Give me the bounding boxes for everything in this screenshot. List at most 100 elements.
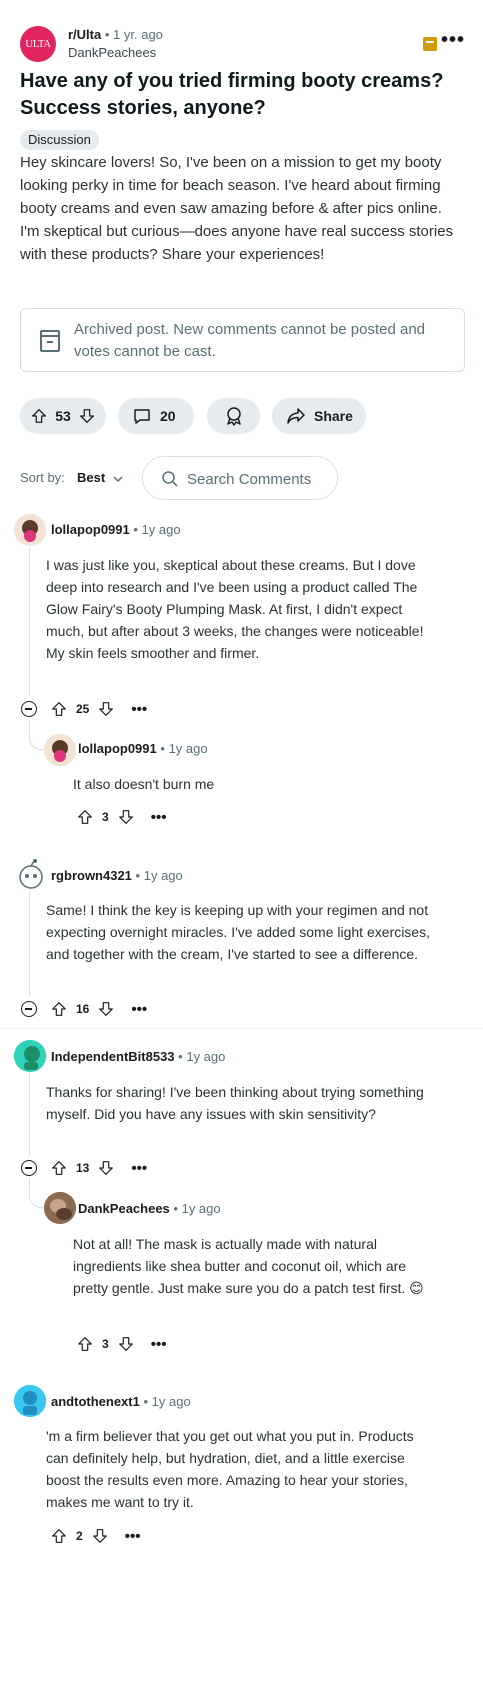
comment-age: 1y ago [186, 1049, 226, 1064]
comment-score: 13 [76, 1161, 90, 1175]
meta-separator: • [178, 1049, 183, 1064]
meta-separator: • [133, 522, 138, 537]
award-icon [223, 405, 245, 427]
comment-age: 1y ago [143, 868, 183, 883]
comment-actions: 16 ••• [50, 998, 147, 1020]
comment-author[interactable]: andtothenext1 [51, 1394, 140, 1409]
post-author[interactable]: DankPeachees [68, 44, 163, 62]
comment-score: 3 [102, 1337, 109, 1351]
downvote-icon[interactable] [97, 1159, 115, 1177]
subreddit-name[interactable]: r/Ulta [68, 27, 101, 42]
post-header: ULTA r/Ulta • 1 yr. ago DankPeachees ••• [20, 24, 465, 64]
comment-age: 1y ago [141, 522, 181, 537]
more-options-icon[interactable]: ••• [131, 1160, 147, 1177]
user-avatar[interactable] [44, 1192, 76, 1224]
comment-author[interactable]: IndependentBit8533 [51, 1049, 175, 1064]
meta-separator: • [160, 741, 165, 756]
user-avatar[interactable] [14, 1040, 46, 1072]
thread-elbow [29, 1178, 43, 1208]
meta-separator: • [104, 27, 110, 42]
post-age: 1 yr. ago [113, 27, 163, 42]
comments-button[interactable]: 20 [118, 398, 194, 434]
user-avatar[interactable] [14, 514, 46, 546]
thread-line [29, 548, 30, 696]
comment-body: Same! I think the key is keeping up with… [46, 902, 430, 962]
comment-header: lollapop0991 • 1y ago [51, 521, 181, 539]
comment-body: I was just like you, skeptical about the… [46, 557, 424, 661]
more-options-icon[interactable]: ••• [441, 30, 465, 50]
search-comments[interactable] [142, 456, 338, 500]
comment-author[interactable]: DankPeachees [78, 1201, 170, 1216]
comment-icon [132, 406, 152, 426]
post-score: 53 [55, 408, 71, 424]
upvote-icon[interactable] [50, 1000, 68, 1018]
award-button[interactable] [207, 398, 260, 434]
downvote-icon[interactable] [97, 1000, 115, 1018]
collapse-thread-icon[interactable] [21, 701, 37, 717]
downvote-icon[interactable] [117, 808, 135, 826]
upvote-icon[interactable] [50, 1159, 68, 1177]
comment-actions: 3 ••• [76, 806, 166, 828]
collapse-thread-icon[interactable] [21, 1160, 37, 1176]
downvote-icon[interactable] [97, 700, 115, 718]
post-flair[interactable]: Discussion [20, 130, 99, 150]
comment-header: rgbrown4321 • 1y ago [51, 867, 183, 885]
chevron-down-icon[interactable] [112, 472, 124, 490]
thread-line [29, 892, 30, 996]
post-body: Hey skincare lovers! So, I've been on a … [20, 154, 454, 263]
upvote-icon[interactable] [76, 808, 94, 826]
user-avatar[interactable] [44, 734, 76, 766]
upvote-icon[interactable] [50, 1527, 68, 1545]
share-button[interactable]: Share [272, 398, 366, 434]
sort-dropdown[interactable]: Best [77, 470, 105, 485]
comment-header: DankPeachees • 1y ago [78, 1200, 221, 1218]
comment-actions: 3 ••• [76, 1333, 166, 1355]
post-title: Have any of you tried firming booty crea… [20, 70, 444, 119]
comment-body: 'm a firm believer that you get out what… [46, 1428, 414, 1510]
comment-header: andtothenext1 • 1y ago [51, 1393, 191, 1411]
more-options-icon[interactable]: ••• [131, 701, 147, 718]
comment-body: Not at all! The mask is actually made wi… [73, 1236, 424, 1296]
comment-age: 1y ago [181, 1201, 221, 1216]
comment-author[interactable]: lollapop0991 [78, 741, 157, 756]
upvote-icon[interactable] [50, 700, 68, 718]
comment-body: Thanks for sharing! I've been thinking a… [46, 1084, 424, 1122]
comment-body: It also doesn't burn me [73, 776, 215, 792]
post-actions: 53 20 Share [20, 398, 465, 434]
comment-score: 2 [76, 1529, 83, 1543]
user-avatar[interactable] [14, 1385, 46, 1417]
more-options-icon[interactable]: ••• [131, 1001, 147, 1018]
thread-elbow [29, 720, 43, 750]
comment-score: 16 [76, 1002, 90, 1016]
downvote-icon[interactable] [117, 1335, 135, 1353]
comment-score: 25 [76, 702, 90, 716]
thread-line [29, 1073, 30, 1155]
comment-actions: 13 ••• [50, 1157, 147, 1179]
comment-header: lollapop0991 • 1y ago [78, 740, 208, 758]
archived-notice: Archived post. New comments cannot be po… [20, 308, 465, 372]
sort-label: Sort by: [20, 470, 65, 485]
comment-author[interactable]: lollapop0991 [51, 522, 130, 537]
meta-separator: • [173, 1201, 178, 1216]
comments-count: 20 [160, 408, 176, 424]
comment-header: IndependentBit8533 • 1y ago [51, 1048, 225, 1066]
meta-separator: • [143, 1394, 149, 1409]
upvote-icon[interactable] [76, 1335, 94, 1353]
comment-actions: 25 ••• [50, 698, 147, 720]
comment-author[interactable]: rgbrown4321 [51, 868, 132, 883]
more-options-icon[interactable]: ••• [151, 809, 167, 826]
divider [0, 1028, 483, 1029]
post-meta: r/Ulta • 1 yr. ago DankPeachees [68, 26, 163, 62]
user-avatar[interactable] [14, 858, 46, 890]
archive-box-icon [40, 330, 60, 352]
archive-icon [423, 37, 437, 51]
downvote-icon[interactable] [78, 407, 96, 425]
search-input[interactable] [187, 468, 327, 490]
more-options-icon[interactable]: ••• [151, 1336, 167, 1353]
more-options-icon[interactable]: ••• [125, 1528, 141, 1545]
upvote-icon[interactable] [30, 407, 48, 425]
collapse-thread-icon[interactable] [21, 1001, 37, 1017]
share-label: Share [314, 408, 353, 424]
subreddit-avatar[interactable]: ULTA [20, 26, 56, 62]
downvote-icon[interactable] [91, 1527, 109, 1545]
